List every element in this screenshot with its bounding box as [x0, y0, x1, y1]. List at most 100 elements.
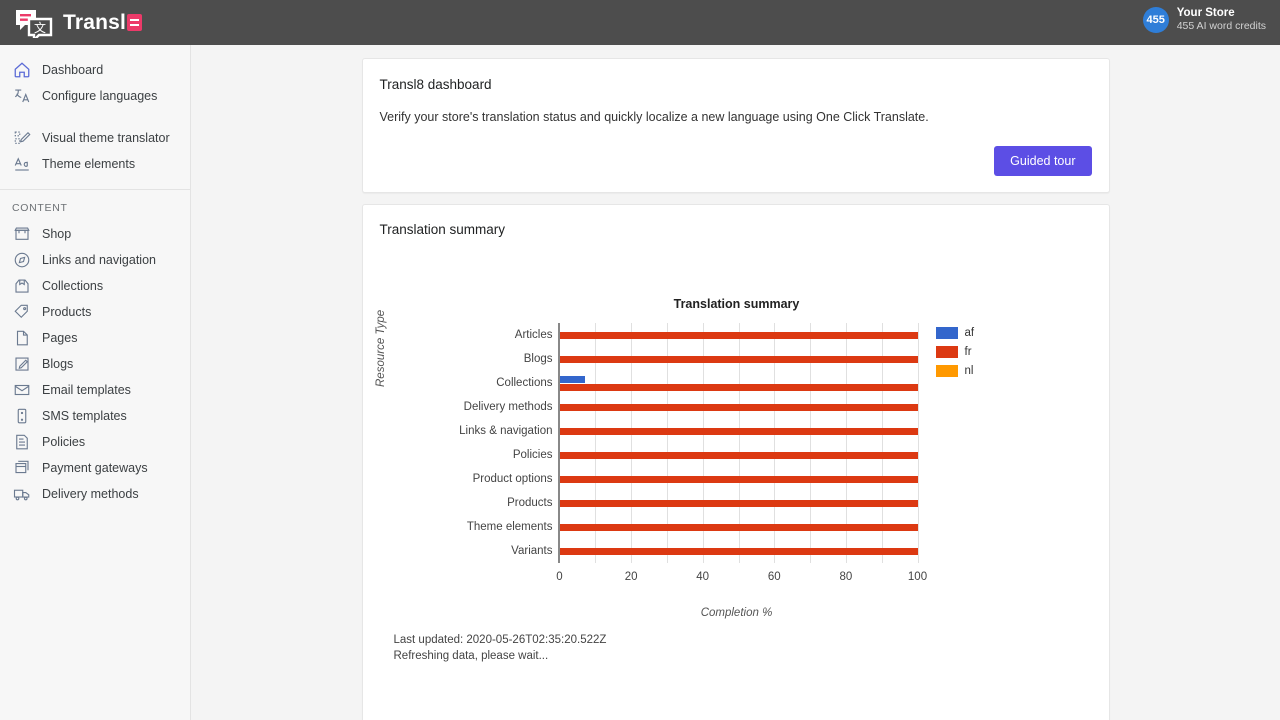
translation-summary-card: Translation summary Translation summary …	[362, 204, 1110, 720]
chart-legend: af fr nl	[936, 323, 975, 380]
home-icon	[12, 60, 32, 80]
chart-bar-fr[interactable]	[560, 524, 918, 531]
sidebar-item-label: Theme elements	[42, 157, 135, 171]
sidebar-item-configure-languages[interactable]: Configure languages	[0, 83, 190, 109]
chart-legend-label: fr	[965, 346, 972, 358]
chart-category-label: Products	[507, 497, 552, 509]
sidebar-spacer	[0, 109, 190, 125]
sidebar-item-label: Delivery methods	[42, 487, 139, 501]
chart-bar-fr[interactable]	[560, 428, 918, 435]
chart-bar-fr[interactable]	[560, 332, 918, 339]
chart-category-label: Variants	[511, 545, 552, 557]
sidebar-item-label: Pages	[42, 331, 77, 345]
guided-tour-button[interactable]: Guided tour	[994, 146, 1091, 176]
chart-category-label: Articles	[515, 329, 553, 341]
sidebar-primary-group: Dashboard Configure languages	[0, 57, 190, 109]
store-icon	[12, 224, 32, 244]
chart-category-label: Links & navigation	[459, 425, 552, 437]
sidebar-item-label: SMS templates	[42, 409, 127, 423]
sidebar-item-collections[interactable]: Collections	[0, 273, 190, 299]
chart-legend-item[interactable]: fr	[936, 342, 975, 361]
speech-bubbles-translate-icon: 文	[14, 8, 54, 38]
sidebar-item-links-and-navigation[interactable]: Links and navigation	[0, 247, 190, 273]
dashboard-card: Transl8 dashboard Verify your store's tr…	[362, 58, 1110, 193]
brand-title: Transl	[63, 11, 142, 35]
document-icon	[12, 432, 32, 452]
chart-category-label: Blogs	[524, 353, 553, 365]
chart-bar-fr[interactable]	[560, 500, 918, 507]
sidebar-item-blogs[interactable]: Blogs	[0, 351, 190, 377]
sidebar-item-visual-theme-translator[interactable]: Visual theme translator	[0, 125, 190, 151]
chart-legend-swatch	[936, 365, 958, 377]
sidebar-item-dashboard[interactable]: Dashboard	[0, 57, 190, 83]
payment-icon	[12, 458, 32, 478]
chart-legend-item[interactable]: nl	[936, 361, 975, 380]
chart-legend-label: nl	[965, 365, 974, 377]
summary-card-title: Translation summary	[380, 222, 1092, 237]
sidebar-item-label: Dashboard	[42, 63, 103, 77]
refresh-status-text: Refreshing data, please wait...	[394, 648, 1092, 664]
chart-bar-fr[interactable]	[560, 548, 918, 555]
truck-icon	[12, 484, 32, 504]
chart-legend-swatch	[936, 327, 958, 339]
page-icon	[12, 328, 32, 348]
sidebar-item-delivery-methods[interactable]: Delivery methods	[0, 481, 190, 507]
collection-icon	[12, 276, 32, 296]
sidebar-item-label: Configure languages	[42, 89, 157, 103]
sidebar-item-label: Payment gateways	[42, 461, 148, 475]
chart-category-label: Policies	[513, 449, 553, 461]
pencil-icon	[12, 354, 32, 374]
chart-bar-fr[interactable]	[560, 476, 918, 483]
chart-bar-fr[interactable]	[560, 384, 918, 391]
chart-x-tick-label: 40	[696, 571, 709, 583]
chart-legend-label: af	[965, 327, 975, 339]
chart-category-label: Delivery methods	[464, 401, 553, 413]
dashboard-description: Verify your store's translation status a…	[380, 110, 1092, 124]
sidebar-section-content: CONTENT	[0, 190, 190, 221]
sidebar-item-sms-templates[interactable]: SMS templates	[0, 403, 190, 429]
sidebar: Dashboard Configure languages Visual them…	[0, 45, 191, 720]
sidebar-item-label: Shop	[42, 227, 71, 241]
chart-x-axis-label: Completion %	[363, 607, 1111, 619]
sidebar-item-payment-gateways[interactable]: Payment gateways	[0, 455, 190, 481]
chart-y-axis-label: Resource Type	[375, 310, 387, 387]
tag-icon	[12, 302, 32, 322]
sidebar-item-label: Policies	[42, 435, 85, 449]
chart-category-label: Product options	[473, 473, 553, 485]
sidebar-item-label: Products	[42, 305, 91, 319]
sidebar-item-theme-elements[interactable]: Theme elements	[0, 151, 190, 177]
sidebar-item-email-templates[interactable]: Email templates	[0, 377, 190, 403]
chart-x-tick-label: 80	[839, 571, 852, 583]
sidebar-item-shop[interactable]: Shop	[0, 221, 190, 247]
store-credits-label: 455 AI word credits	[1177, 20, 1266, 33]
chart-x-tick-label: 100	[908, 571, 927, 583]
chart-bar-af[interactable]	[560, 376, 585, 383]
chart-bar-fr[interactable]	[560, 356, 918, 363]
chart-plot-area: ArticlesBlogsCollectionsDelivery methods…	[558, 323, 916, 563]
sidebar-item-label: Blogs	[42, 357, 73, 371]
chart-x-tick-label: 60	[768, 571, 781, 583]
brand-8-glyph	[127, 14, 142, 31]
chart-title: Translation summary	[363, 297, 1111, 311]
summary-footnotes: Last updated: 2020-05-26T02:35:20.522Z R…	[380, 632, 1092, 664]
translate-icon	[12, 86, 32, 106]
chart-category-label: Collections	[496, 377, 552, 389]
envelope-icon	[12, 380, 32, 400]
page-title: Transl8 dashboard	[380, 77, 1092, 92]
sidebar-item-policies[interactable]: Policies	[0, 429, 190, 455]
brand-name: Transl	[63, 11, 126, 35]
chart-bar-fr[interactable]	[560, 452, 918, 459]
chart-x-tick-label: 0	[556, 571, 562, 583]
sidebar-item-label: Visual theme translator	[42, 131, 170, 145]
last-updated-text: Last updated: 2020-05-26T02:35:20.522Z	[394, 632, 1092, 648]
brand[interactable]: 文 Transl	[0, 8, 142, 38]
text-format-icon	[12, 154, 32, 174]
top-bar: 文 Transl 455 Your Store 455 AI word cred…	[0, 0, 1280, 45]
svg-text:文: 文	[34, 20, 46, 35]
chart-legend-item[interactable]: af	[936, 323, 975, 342]
sidebar-item-products[interactable]: Products	[0, 299, 190, 325]
chart-bar-fr[interactable]	[560, 404, 918, 411]
store-account[interactable]: 455 Your Store 455 AI word credits	[1143, 6, 1266, 33]
sidebar-item-pages[interactable]: Pages	[0, 325, 190, 351]
store-name: Your Store	[1177, 6, 1266, 20]
